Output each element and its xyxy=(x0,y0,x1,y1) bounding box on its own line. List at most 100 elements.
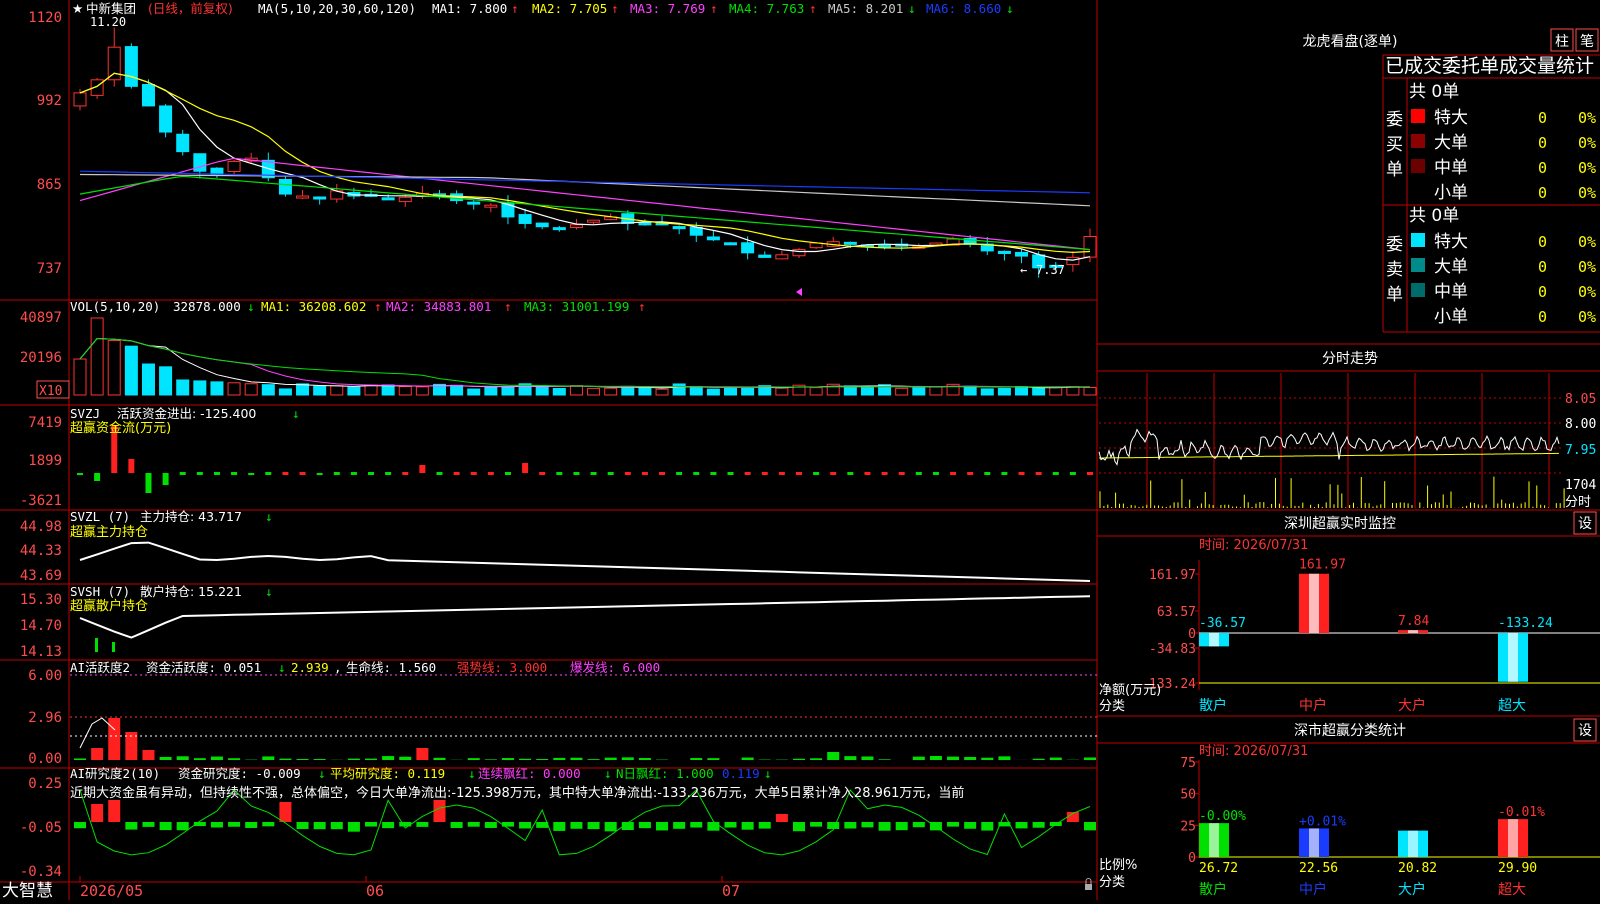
buy-side-label: 委买单 xyxy=(1386,110,1403,180)
monitor-date: 时间: 2026/07/31 xyxy=(1199,538,1308,553)
volume-ma-line xyxy=(80,339,1090,388)
volume-bar xyxy=(262,385,274,395)
research-bar xyxy=(639,822,651,828)
svsh-value: 散户持仓: 15.221 xyxy=(140,584,242,599)
candle-body xyxy=(639,223,651,225)
ai1-strongline: 强势线: 3.000 xyxy=(457,660,547,675)
side-label-char: 买 xyxy=(1386,135,1403,155)
brand-label: 大智慧 xyxy=(2,881,53,900)
row-label: 大单 xyxy=(1434,133,1468,153)
intraday-panel[interactable]: 分时走势 8.05 8.00 7.95 1704 分时 xyxy=(1099,351,1596,510)
svzj-label: SVZJ xyxy=(70,406,100,421)
kline-pane[interactable]: 1120 992 865 737 ★ 中新集团 (日线，前复权) MA(5,10… xyxy=(28,1,1096,296)
monitor-settings-label[interactable]: 设 xyxy=(1578,516,1592,532)
volume-bar xyxy=(211,382,223,395)
ai2-label: AI研究度2(10) xyxy=(70,766,160,781)
chart-frames xyxy=(0,0,1600,900)
row-value: 0 xyxy=(1538,159,1547,177)
candle-body xyxy=(519,215,531,224)
stats-settings-label[interactable]: 设 xyxy=(1578,723,1592,739)
ai-activity-pane[interactable]: 6.00 2.96 0.00 AI活跃度2 资金活跃度: 0.051 ↓ 2.9… xyxy=(28,660,1097,767)
y-tick: 8.00 xyxy=(1565,417,1596,432)
volume-bar xyxy=(1084,388,1096,395)
stats-ylabel: 比例% xyxy=(1099,858,1137,873)
candle-body xyxy=(125,47,137,87)
legend-swatch xyxy=(1411,233,1425,247)
volume-bar xyxy=(725,387,737,395)
y-tick: 44.33 xyxy=(20,543,62,559)
retail-spike xyxy=(95,638,98,652)
net-flow-bar-group xyxy=(1398,630,1428,633)
ai-research-pane[interactable]: 0.25 -0.05 -0.34 AI研究度2(10) 资金研究度: -0.00… xyxy=(20,766,1096,880)
volume-pane[interactable]: 40897 20196 X10 VOL(5,10,20) 32878.000 ↓… xyxy=(20,299,1096,399)
volume-bar xyxy=(314,386,326,395)
ma5-line xyxy=(80,175,1090,206)
flow-tick xyxy=(659,472,665,475)
svzl-pane[interactable]: 44.98 44.33 43.69 SVZL (7) 主力持仓: 43.717 … xyxy=(20,509,1090,584)
bar-value-label: -133.24 xyxy=(1498,616,1553,631)
y-tick: 50 xyxy=(1180,788,1196,803)
tick-mode-label[interactable]: 笔 xyxy=(1580,34,1594,50)
ai1-lifeline: 生命线: 1.560 xyxy=(346,660,436,675)
intraday-volume-bars xyxy=(1100,477,1564,508)
svzj-pane[interactable]: 7419 1899 -3621 SVZJ 活跃资金进出: -125.400 ↓ … xyxy=(20,406,1093,509)
research-bar xyxy=(690,822,702,828)
row-label: 中单 xyxy=(1434,282,1468,302)
x-tick: 07 xyxy=(722,882,740,900)
research-bar xyxy=(793,822,805,831)
y-tick: 992 xyxy=(37,93,62,109)
monitor-panel[interactable]: 深圳超赢实时监控 设 时间: 2026/07/31 161.9763.570-3… xyxy=(1099,512,1600,714)
ratio-value-label: 29.90 xyxy=(1498,861,1537,876)
row-label: 大单 xyxy=(1434,257,1468,277)
research-bar xyxy=(570,822,582,829)
ma-def: MA(5,10,20,30,60,120) xyxy=(258,1,416,16)
flow-bar xyxy=(248,473,254,475)
y-tick: 0.00 xyxy=(28,751,62,767)
arrow-down-icon: ↓ xyxy=(318,766,326,781)
volume-ma-line xyxy=(80,339,1090,388)
activity-bar xyxy=(947,757,959,760)
activity-bar xyxy=(913,757,925,760)
arrow-up-icon: ↑ xyxy=(809,1,817,16)
flow-tick xyxy=(300,472,306,475)
svzl-subtitle: 超赢主力持仓 xyxy=(70,524,148,540)
bar-highlight xyxy=(1209,633,1219,646)
research-bar xyxy=(262,822,274,826)
svsh-pane[interactable]: 15.30 14.70 14.13 SVSH (7) 散户持仓: 15.221 … xyxy=(20,584,1090,660)
candle-body xyxy=(314,197,326,199)
period-mode: (日线，前复权) xyxy=(148,1,233,16)
flow-tick xyxy=(762,472,768,475)
high-price-label: 11.20 xyxy=(90,15,126,29)
vol-header: VOL(5,10,20) 32878.000 ↓ MA1: 36208.602 … xyxy=(70,299,646,314)
activity-bar xyxy=(605,758,617,760)
y-tick: 7.95 xyxy=(1565,443,1596,458)
activity-bar xyxy=(485,759,497,760)
y-tick: 6.00 xyxy=(28,668,62,684)
volume-bar xyxy=(416,387,428,395)
change-label: -0.01% xyxy=(1498,805,1545,820)
volume-bar xyxy=(91,318,103,395)
bar-mode-label[interactable]: 柱 xyxy=(1555,34,1569,50)
flow-tick xyxy=(933,472,939,475)
fund-flow-bars xyxy=(77,425,1093,493)
stats-panel[interactable]: 深市超赢分类统计 设 时间: 2026/07/31 7550250-0.00%2… xyxy=(1099,719,1600,898)
activity-bar xyxy=(1084,757,1096,760)
volume-bar xyxy=(673,384,685,395)
research-bar xyxy=(142,822,154,827)
flow-tick xyxy=(231,472,237,475)
y-tick: 14.13 xyxy=(20,644,62,660)
activity-bar xyxy=(502,758,514,760)
activity-bar xyxy=(108,718,120,760)
research-bar xyxy=(74,822,86,828)
candle-body xyxy=(690,227,702,235)
star-icon: ★ xyxy=(72,1,83,16)
stats-title: 深市超赢分类统计 xyxy=(1294,722,1406,739)
flow-tick xyxy=(710,472,716,475)
ma5-value: MA5: 8.201 xyxy=(828,1,903,16)
flow-tick xyxy=(676,472,682,475)
row-value: 0 xyxy=(1538,134,1547,152)
bar-highlight xyxy=(1408,630,1418,633)
flow-tick xyxy=(882,472,888,475)
activity-bar xyxy=(570,758,582,760)
research-bar xyxy=(964,822,976,829)
